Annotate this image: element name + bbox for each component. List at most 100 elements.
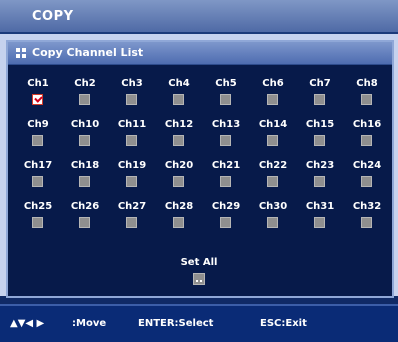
channel-2-item[interactable]: Ch2 [65,78,105,112]
set-all-label: Set All [180,257,218,268]
channel-18-item[interactable]: Ch18 [65,160,105,194]
channel-checkbox[interactable] [314,135,325,146]
channel-32-item[interactable]: Ch32 [347,201,387,235]
channel-checkbox[interactable] [32,135,43,146]
channel-label: Ch20 [164,160,194,171]
channel-label: Ch25 [23,201,53,212]
channel-label: Ch8 [356,78,378,89]
channel-3-item[interactable]: Ch3 [112,78,152,112]
channel-checkbox[interactable] [267,176,278,187]
channel-1-item[interactable]: Ch1 [18,78,58,112]
channel-checkbox[interactable] [220,176,231,187]
channel-checkbox[interactable] [361,135,372,146]
channel-15-item[interactable]: Ch15 [300,119,340,153]
title-bar: COPY [0,0,398,34]
channel-label: Ch5 [215,78,237,89]
channel-20-item[interactable]: Ch20 [159,160,199,194]
channel-checkbox[interactable] [173,217,184,228]
channel-label: Ch23 [305,160,335,171]
channel-10-item[interactable]: Ch10 [65,119,105,153]
channel-checkbox[interactable] [32,176,43,187]
channel-14-item[interactable]: Ch14 [253,119,293,153]
channel-checkbox[interactable] [267,94,278,105]
exit-help-text: ESC:Exit [260,318,307,329]
channel-26-item[interactable]: Ch26 [65,201,105,235]
window-title: COPY [32,9,74,24]
channel-label: Ch19 [117,160,147,171]
channel-label: Ch14 [258,119,288,130]
channel-label: Ch7 [309,78,331,89]
channel-checkbox[interactable] [79,176,90,187]
channel-31-item[interactable]: Ch31 [300,201,340,235]
arrow-keys-icon: ▲▼◀ ▶ [10,318,45,329]
channel-label: Ch3 [121,78,143,89]
channel-checkbox[interactable] [32,217,43,228]
channel-30-item[interactable]: Ch30 [253,201,293,235]
set-all-checkbox[interactable] [193,273,205,285]
channel-4-item[interactable]: Ch4 [159,78,199,112]
channel-label: Ch22 [258,160,288,171]
channel-checkbox[interactable] [361,176,372,187]
channel-checkbox[interactable] [126,94,137,105]
channel-checkbox[interactable] [267,135,278,146]
channel-25-item[interactable]: Ch25 [18,201,58,235]
channel-checkbox[interactable] [126,217,137,228]
channel-label: Ch17 [23,160,53,171]
channel-checkbox[interactable] [173,94,184,105]
channel-label: Ch15 [305,119,335,130]
channel-21-item[interactable]: Ch21 [206,160,246,194]
channel-28-item[interactable]: Ch28 [159,201,199,235]
copy-screen: COPY Copy Channel List Ch1 Ch2 Ch3 Ch4 Ch5 Ch… [0,0,398,342]
channel-checkbox[interactable] [314,217,325,228]
channel-label: Ch1 [27,78,49,89]
channel-16-item[interactable]: Ch16 [347,119,387,153]
channel-29-item[interactable]: Ch29 [206,201,246,235]
channel-checkbox[interactable] [361,94,372,105]
channel-11-item[interactable]: Ch11 [112,119,152,153]
channel-checkbox[interactable] [79,135,90,146]
channel-checkbox[interactable] [126,135,137,146]
panel-title: Copy Channel List [32,46,144,59]
channel-label: Ch27 [117,201,147,212]
channel-checkbox[interactable] [314,176,325,187]
channel-checkbox[interactable] [32,94,43,105]
channel-checkbox[interactable] [173,135,184,146]
channel-8-item[interactable]: Ch8 [347,78,387,112]
channel-17-item[interactable]: Ch17 [18,160,58,194]
select-help-text: ENTER:Select [138,318,214,329]
channel-checkbox[interactable] [173,176,184,187]
channel-19-item[interactable]: Ch19 [112,160,152,194]
channel-5-item[interactable]: Ch5 [206,78,246,112]
channel-label: Ch16 [352,119,382,130]
channel-24-item[interactable]: Ch24 [347,160,387,194]
channel-label: Ch29 [211,201,241,212]
channel-12-item[interactable]: Ch12 [159,119,199,153]
channel-label: Ch10 [70,119,100,130]
channel-label: Ch11 [117,119,147,130]
channel-13-item[interactable]: Ch13 [206,119,246,153]
channel-checkbox[interactable] [126,176,137,187]
channel-label: Ch4 [168,78,190,89]
channel-label: Ch2 [74,78,96,89]
channel-checkbox[interactable] [267,217,278,228]
channel-checkbox[interactable] [361,217,372,228]
channel-6-item[interactable]: Ch6 [253,78,293,112]
channel-checkbox[interactable] [220,94,231,105]
channel-27-item[interactable]: Ch27 [112,201,152,235]
channel-checkbox[interactable] [314,94,325,105]
channel-checkbox[interactable] [220,217,231,228]
channel-7-item[interactable]: Ch7 [300,78,340,112]
channel-label: Ch13 [211,119,241,130]
channel-label: Ch18 [70,160,100,171]
channel-label: Ch31 [305,201,335,212]
channel-checkbox[interactable] [220,135,231,146]
channel-23-item[interactable]: Ch23 [300,160,340,194]
channel-checkbox[interactable] [79,217,90,228]
channel-label: Ch30 [258,201,288,212]
channel-9-item[interactable]: Ch9 [18,119,58,153]
channel-22-item[interactable]: Ch22 [253,160,293,194]
channel-label: Ch28 [164,201,194,212]
channel-checkbox[interactable] [79,94,90,105]
channel-label: Ch24 [352,160,382,171]
channel-label: Ch9 [27,119,49,130]
